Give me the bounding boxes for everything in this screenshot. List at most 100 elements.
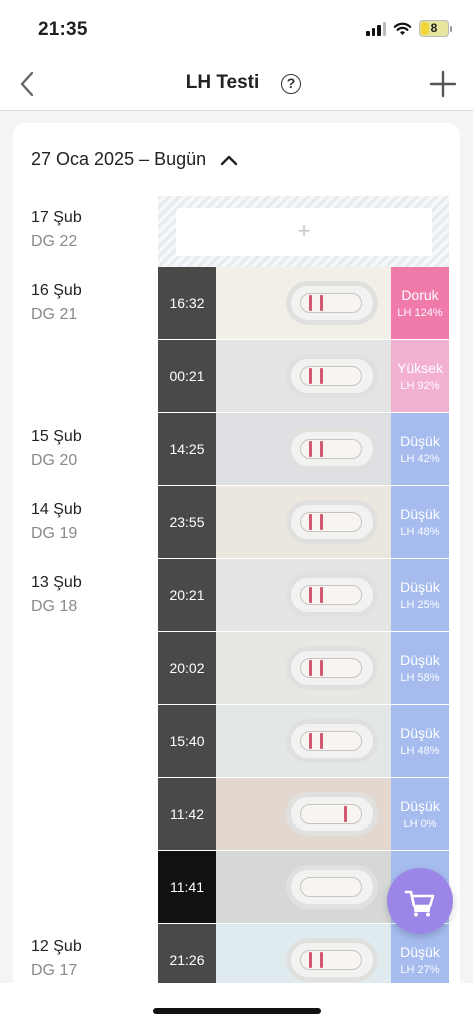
test-line [309,952,312,968]
cart-icon [404,890,435,917]
test-row[interactable]: 15:40 Düşük LH 48% [158,705,449,777]
day-label: 16 Şub DG 21 [31,282,82,324]
status-icons: 8 [366,20,452,37]
test-line [309,295,312,311]
lh-level-badge: Düşük LH 42% [391,413,449,485]
test-line [320,295,323,311]
test-strip-photo [216,267,391,339]
day-date: 15 Şub [31,428,82,445]
test-strip-photo [216,705,391,777]
lh-percent: LH 124% [397,307,443,319]
add-test-slot: + [158,196,449,268]
lh-level-label: Düşük [400,725,440,741]
home-indicator [153,1008,321,1014]
test-line [309,733,312,749]
nav-bar: LH Testi ? [0,56,473,111]
test-line [320,660,323,676]
test-line [320,514,323,530]
lh-percent: LH 27% [400,964,440,976]
lh-level-label: Düşük [400,798,440,814]
page-title-text: LH Testi [185,72,260,93]
chevron-up-icon [220,155,238,165]
test-time: 15:40 [158,705,216,777]
test-line [309,368,312,384]
test-strip-photo [216,486,391,558]
test-row[interactable]: 16:32 Doruk LH 124% [158,267,449,339]
day-label: 12 Şub DG 17 [31,938,82,980]
test-line [320,587,323,603]
lh-percent: LH 25% [400,599,440,611]
signal-icon [366,21,386,36]
status-bar: 21:35 8 [0,0,473,56]
result-window [300,804,362,824]
cycle-day: DG 18 [31,598,78,615]
lh-percent: LH 0% [403,818,437,830]
wifi-icon [393,22,412,35]
lh-percent: LH 42% [400,453,440,465]
day-label: 14 Şub DG 19 [31,501,82,543]
day-date: 12 Şub [31,938,82,955]
test-line [344,806,347,822]
test-time: 23:55 [158,486,216,558]
day-label: 13 Şub DG 18 [31,574,82,616]
test-time: 20:02 [158,632,216,704]
test-line [320,368,323,384]
home-indicator-area [0,983,473,1024]
cycle-day: DG 17 [31,962,78,979]
lh-percent: LH 48% [400,526,440,538]
status-time: 21:35 [38,19,88,40]
test-row[interactable]: 11:42 Düşük LH 0% [158,778,449,850]
battery-level: 8 [430,21,438,35]
cycle-day: DG 19 [31,525,78,542]
lh-level-badge: Düşük LH 48% [391,705,449,777]
lh-level-label: Düşük [400,944,440,960]
test-time: 00:21 [158,340,216,412]
lh-level-label: Yüksek [397,360,443,376]
test-row[interactable]: 14:25 Düşük LH 42% [158,413,449,485]
lh-percent: LH 48% [400,745,440,757]
test-time: 20:21 [158,559,216,631]
lh-level-badge: Doruk LH 124% [391,267,449,339]
test-time: 16:32 [158,267,216,339]
lh-level-label: Düşük [400,433,440,449]
test-time: 11:42 [158,778,216,850]
test-row[interactable]: 20:02 Düşük LH 58% [158,632,449,704]
add-test-button[interactable]: + [176,208,432,256]
lh-level-label: Doruk [401,287,439,303]
lh-level-badge: Düşük LH 48% [391,486,449,558]
date-range-label: 27 Oca 2025 – Bugün [31,149,207,169]
test-row[interactable]: 23:55 Düşük LH 48% [158,486,449,558]
test-row[interactable]: 00:21 Yüksek LH 92% [158,340,449,412]
test-line [309,587,312,603]
page-title: LH Testi [0,72,473,94]
test-line [320,952,323,968]
lh-level-label: Düşük [400,652,440,668]
lh-level-label: Düşük [400,506,440,522]
add-test-plus-icon[interactable] [429,70,457,98]
cycle-day: DG 22 [31,233,78,250]
lh-percent: LH 92% [400,380,440,392]
shop-cart-button[interactable] [387,868,453,934]
test-time: 14:25 [158,413,216,485]
result-window [300,877,362,897]
test-strip-photo [216,851,391,923]
battery-icon: 8 [419,20,452,37]
test-strip-photo [216,413,391,485]
help-icon[interactable]: ? [281,74,301,94]
test-line [309,514,312,530]
lh-level-badge: Düşük LH 25% [391,559,449,631]
test-line [320,441,323,457]
test-strip-photo [216,632,391,704]
test-row[interactable]: 20:21 Düşük LH 25% [158,559,449,631]
day-date: 16 Şub [31,282,82,299]
test-line [320,733,323,749]
lh-level-badge: Düşük LH 58% [391,632,449,704]
day-date: 13 Şub [31,574,82,591]
lh-level-badge: Düşük LH 0% [391,778,449,850]
date-range-toggle[interactable]: 27 Oca 2025 – Bugün [31,149,238,170]
lh-percent: LH 58% [400,672,440,684]
test-line [309,660,312,676]
test-strip-photo [216,778,391,850]
lh-level-label: Düşük [400,579,440,595]
lh-level-badge: Yüksek LH 92% [391,340,449,412]
